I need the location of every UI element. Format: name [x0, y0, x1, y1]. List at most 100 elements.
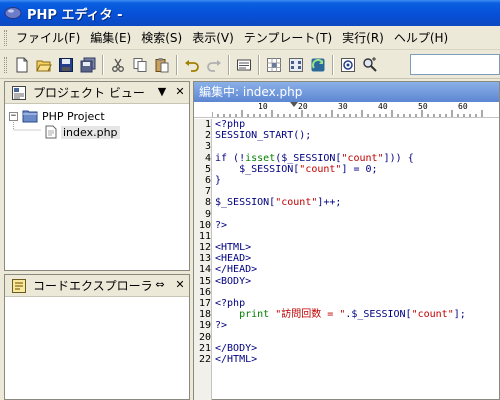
toolbar-search-input[interactable] — [410, 54, 500, 75]
line-number: 19 — [198, 320, 211, 332]
line-number: 17 — [198, 298, 211, 309]
grid-button[interactable] — [263, 54, 285, 76]
code-token: "訪問回数 = " — [275, 309, 346, 321]
menu-run[interactable]: 実行(R) — [337, 28, 389, 48]
code-line[interactable]: 19 ?> — [199, 320, 499, 331]
code-line[interactable]: 7 — [205, 186, 499, 197]
line-number: 11 — [198, 230, 211, 242]
code-line[interactable]: 5 $_SESSION["count"] = 0; — [205, 163, 499, 175]
line-number: 6 — [204, 174, 211, 186]
editor-ruler: 10 20 30 40 50 60 — [194, 102, 499, 118]
undo-button[interactable] — [181, 54, 203, 76]
code-line[interactable]: 2 SESSION_START(); — [205, 130, 499, 141]
menu-bar: ファイル(F) 編集(E) 検索(S) 表示(V) テンプレート(T) 実行(R… — [0, 26, 500, 50]
ruler-label: 10 — [258, 102, 268, 111]
menu-template[interactable]: テンプレート(T) — [239, 28, 337, 48]
open-button[interactable] — [33, 54, 55, 76]
refresh-button[interactable] — [307, 54, 329, 76]
code-line[interactable]: 20 — [199, 332, 499, 343]
collapse-icon[interactable]: − — [9, 111, 18, 121]
terminal-button[interactable] — [233, 54, 255, 76]
menu-search[interactable]: 検索(S) — [136, 28, 187, 48]
code-token: isset — [245, 152, 276, 164]
app-icon — [4, 7, 22, 19]
line-number: 8 — [204, 197, 211, 209]
line-number: 3 — [204, 141, 211, 153]
toolbar-separator — [228, 54, 230, 75]
code-line[interactable]: 12 <HTML> — [199, 242, 499, 253]
line-number: 15 — [198, 275, 211, 287]
redo-button[interactable] — [203, 54, 225, 76]
tree-connector-lines — [13, 122, 42, 131]
paste-button[interactable] — [151, 54, 173, 76]
menu-view[interactable]: 表示(V) — [187, 28, 239, 48]
search-replace-button[interactable] — [359, 54, 381, 76]
sync-icon[interactable]: ⇔ — [153, 278, 167, 292]
code-line[interactable]: 8 $_SESSION["count"]++; — [205, 197, 499, 209]
project-view-icon — [12, 85, 26, 100]
code-token: "count" — [341, 152, 384, 164]
code-line[interactable]: 9 — [205, 209, 499, 220]
editor-tab-header: 編集中: index.php — [194, 82, 499, 102]
code-token: $_SESSION[ — [215, 197, 276, 209]
refresh-icon — [311, 58, 325, 71]
code-line[interactable]: 22 </HTML> — [199, 354, 499, 365]
code-line[interactable]: 16 — [199, 287, 499, 298]
pattern-icon — [289, 57, 303, 72]
menu-file[interactable]: ファイル(F) — [11, 28, 85, 48]
ruler-label: 30 — [338, 102, 348, 111]
cut-icon — [112, 58, 124, 72]
tree-file-index[interactable]: index.php — [45, 124, 120, 140]
code-token: </BODY> — [215, 342, 258, 354]
save-all-button[interactable] — [77, 54, 99, 76]
tree-file-label: index.php — [61, 125, 120, 139]
pattern-button[interactable] — [285, 54, 307, 76]
code-editor[interactable]: 1 <?php 2 SESSION_START(); 3 4 if (!isset($_SE… — [199, 119, 499, 400]
target-button[interactable] — [337, 54, 359, 76]
code-line[interactable]: 15 <BODY> — [199, 276, 499, 287]
code-line[interactable]: 11 — [199, 231, 499, 242]
project-view-title: プロジェクト ビュー — [33, 86, 145, 100]
code-line[interactable]: 14 </HEAD> — [199, 264, 499, 275]
toolbar-grip — [4, 56, 7, 73]
save-button[interactable] — [55, 54, 77, 76]
code-explorer-header: コードエクスプローラ ⇔ ✕ — [5, 275, 189, 297]
menu-edit[interactable]: 編集(E) — [85, 28, 136, 48]
toolbar-separator — [258, 54, 260, 75]
paste-icon — [155, 57, 169, 72]
toolbar-separator — [176, 54, 178, 75]
new-file-icon — [16, 57, 28, 72]
code-line[interactable]: 6} — [205, 175, 499, 186]
code-line[interactable]: 17 <?php — [199, 298, 499, 309]
code-token: ] = 0; — [341, 163, 378, 175]
code-line[interactable]: 4 if (!isset($_SESSION["count"])) { — [205, 152, 499, 164]
line-number: 22 — [198, 353, 211, 365]
code-line[interactable]: 3 — [205, 141, 499, 152]
ruler-label: 40 — [378, 102, 388, 111]
ruler-label: 20 — [298, 102, 308, 111]
line-number: 2 — [204, 130, 211, 142]
close-icon[interactable]: ✕ — [173, 85, 187, 99]
code-line[interactable]: 1 <?php — [205, 119, 499, 130]
code-token: print — [239, 309, 270, 321]
copy-icon — [133, 57, 147, 72]
line-number: 12 — [198, 242, 211, 254]
new-file-button[interactable] — [11, 54, 33, 76]
copy-button[interactable] — [129, 54, 151, 76]
project-view-header: プロジェクト ビュー ▼ ✕ — [5, 82, 189, 104]
menu-help[interactable]: ヘルプ(H) — [389, 28, 453, 48]
line-number: 5 — [204, 163, 211, 175]
close-icon[interactable]: ✕ — [173, 278, 187, 292]
terminal-icon — [237, 59, 251, 70]
code-line[interactable]: 21 </BODY> — [199, 342, 499, 354]
cut-button[interactable] — [107, 54, 129, 76]
code-explorer-panel: コードエクスプローラ ⇔ ✕ — [4, 274, 190, 400]
code-line[interactable]: 18 print "訪問回数 = ".$_SESSION["count"]; — [199, 309, 499, 321]
panel-dropdown-icon[interactable]: ▼ — [155, 85, 169, 99]
target-icon — [341, 57, 355, 72]
editor-panel: 編集中: index.php 10 20 30 40 50 60 1 <?php 2… — [193, 81, 500, 400]
code-line[interactable]: 10 ?> — [199, 220, 499, 231]
ruler-ticks — [212, 102, 483, 117]
code-explorer-title: コードエクスプローラ — [33, 279, 153, 293]
code-line[interactable]: 13 <HEAD> — [199, 253, 499, 264]
